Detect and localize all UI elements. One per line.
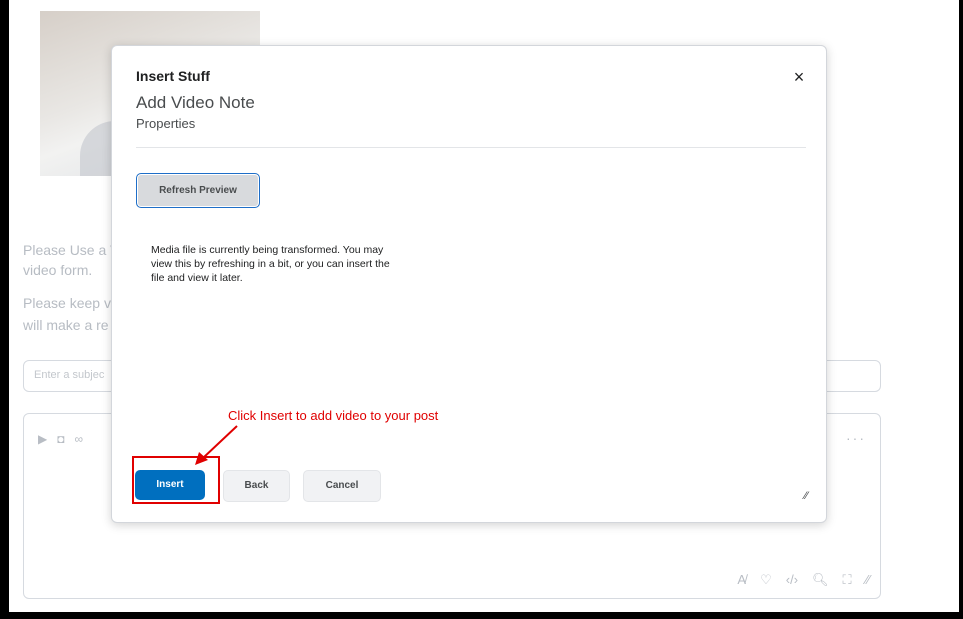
page-frame: Please Use a V video form. Please keep v…: [9, 0, 959, 612]
annotation-arrow-icon: [195, 425, 238, 465]
